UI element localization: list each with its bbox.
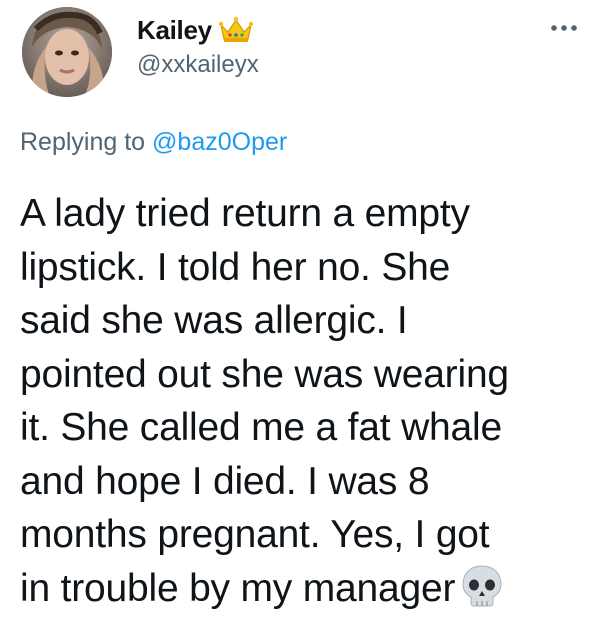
author-display-name[interactable]: Kailey [137, 15, 212, 46]
tweet-line: it. She called me a fat whale [20, 406, 502, 449]
crown-icon [218, 15, 254, 45]
skull-icon [459, 563, 505, 609]
tweet-line: pointed out she was wearing [20, 352, 509, 396]
avatar[interactable] [22, 7, 112, 97]
replying-to-label: Replying to [20, 128, 146, 156]
tweet-line: in trouble by my manager [20, 566, 456, 610]
tweet-card: Kailey @xxkaileyx Replying to @baz0Oper [0, 0, 599, 626]
tweet-line: and hope I died. I was 8 [20, 459, 430, 503]
tweet-line: months pregnant. Yes, I got [20, 513, 490, 556]
replying-to: Replying to @baz0Oper [20, 128, 287, 157]
tweet-last-line: in trouble by my manager [20, 562, 590, 616]
tweet-text: A lady tried return a empty lipstick. I … [20, 187, 590, 615]
tweet-line: A lady tried return a empty [20, 192, 470, 235]
tweet-line: said she was allergic. I [20, 299, 408, 342]
reply-mention-link[interactable]: @baz0Oper [152, 128, 287, 156]
author-handle[interactable]: @xxkaileyx [137, 51, 259, 79]
author-name-row: Kailey [137, 13, 254, 47]
tweet-line: lipstick. I told her no. She [20, 245, 451, 289]
more-options-icon[interactable] [546, 18, 582, 38]
